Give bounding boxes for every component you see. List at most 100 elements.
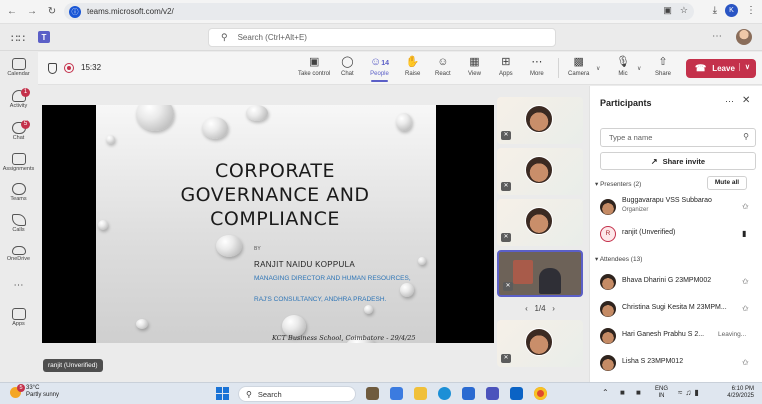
site-info-icon[interactable]: ⓘ xyxy=(69,5,81,18)
copilot-icon[interactable] xyxy=(390,387,403,400)
todo-icon[interactable] xyxy=(510,387,523,400)
participants-panel: Participants ⋯ ✕ Type a name ⚲ ↗ Share i… xyxy=(589,86,762,382)
rail-item-chat[interactable]: 5 Chat xyxy=(0,120,37,141)
raise-hand-button[interactable]: ✋ Raise xyxy=(405,56,420,77)
react-button[interactable]: ☺ React xyxy=(435,56,451,77)
panel-more-icon[interactable]: ⋯ xyxy=(725,96,734,107)
apps-button[interactable]: ⊞ Apps xyxy=(499,56,513,77)
rail-item-calendar[interactable]: Calendar xyxy=(0,58,37,77)
camera-button[interactable]: ▩ Camera xyxy=(568,56,589,77)
system-clock[interactable]: 6:10 PM 4/29/2025 xyxy=(722,386,754,400)
leave-options-chevron-icon[interactable]: ∨ xyxy=(738,63,750,71)
more-button[interactable]: ⋯ More xyxy=(530,56,544,77)
search-input[interactable]: ⚲ Search (Ctrl+Alt+E) xyxy=(208,28,556,47)
water-drop-decoration xyxy=(202,117,228,139)
tray-app-icon[interactable]: ■ xyxy=(620,388,625,397)
participant-name: Lisha S 23MPM012 xyxy=(622,358,684,365)
share-invite-button[interactable]: ↗ Share invite xyxy=(600,152,756,170)
participant-avatar xyxy=(525,105,553,133)
participant-row[interactable]: R ranjit (Unverified) ▮ xyxy=(600,224,756,246)
user-avatar[interactable] xyxy=(736,29,752,45)
participant-row[interactable]: Bhava Dharini G 23MPM002 ✩ xyxy=(600,272,756,294)
mic-muted-icon: ✕ xyxy=(501,131,511,140)
mute-all-button[interactable]: Mute all xyxy=(707,176,747,190)
address-bar[interactable]: ⓘ teams.microsoft.com/v2/ ▣ ☆ xyxy=(64,3,694,20)
store-icon[interactable] xyxy=(462,387,475,400)
taskbar-search[interactable]: ⚲ Search xyxy=(238,386,356,402)
weather-widget[interactable]: 5 33°C Partly sunny xyxy=(10,383,60,399)
rail-label: OneDrive xyxy=(6,256,31,262)
more-options-icon[interactable]: ⋯ xyxy=(712,31,722,42)
teams-taskbar-icon[interactable] xyxy=(486,387,499,400)
attendees-section-header[interactable]: ▾ Attendees (13) xyxy=(595,255,642,263)
water-drop-decoration xyxy=(136,105,174,131)
app-launcher-icon[interactable]: ∷∷ xyxy=(11,32,25,45)
pager-next-icon[interactable]: › xyxy=(552,304,555,313)
close-icon[interactable]: ✕ xyxy=(742,95,750,106)
chat-button[interactable]: ◯ Chat xyxy=(341,56,354,77)
active-speaker-video-tile[interactable]: ✕ xyxy=(497,250,583,297)
share-button[interactable]: ⇧ Share xyxy=(655,56,671,77)
view-button[interactable]: ▦ View xyxy=(468,56,481,77)
tray-icons[interactable]: ≈♫▮ xyxy=(678,388,702,397)
rail-label: Calendar xyxy=(7,71,30,77)
rail-item-activity[interactable]: 1 Activity xyxy=(0,88,37,109)
meeting-stage: CORPORATE GOVERNANCE AND COMPLIANCE BY R… xyxy=(38,85,587,382)
mic-options-chevron-icon[interactable]: ∨ xyxy=(637,65,641,72)
rail-item-onedrive[interactable]: OneDrive xyxy=(0,246,37,262)
participant-video-tile[interactable]: ✕ xyxy=(497,199,583,246)
rail-item-calls[interactable]: Calls xyxy=(0,214,37,233)
cast-icon[interactable]: ▣ xyxy=(663,5,672,16)
profile-avatar[interactable]: K xyxy=(725,4,738,17)
camera-options-chevron-icon[interactable]: ∨ xyxy=(596,65,600,72)
participant-video-tile[interactable]: ✕ xyxy=(497,148,583,195)
raise-label: Raise xyxy=(405,71,421,77)
water-drop-decoration xyxy=(136,319,148,329)
participant-avatar: R xyxy=(600,226,616,242)
reload-icon[interactable]: ↻ xyxy=(44,4,60,20)
meeting-info-shield-icon[interactable] xyxy=(48,63,57,74)
mic-off-icon: 🎙︎ xyxy=(616,56,630,68)
taskbar-app-icon[interactable] xyxy=(366,387,379,400)
file-explorer-icon[interactable] xyxy=(414,387,427,400)
participant-row[interactable]: Lisha S 23MPM012 ✩ xyxy=(600,353,756,375)
start-windows-icon[interactable] xyxy=(216,387,229,400)
url-text: teams.microsoft.com/v2/ xyxy=(87,7,174,16)
slide-presenter-role: MANAGING DIRECTOR AND HUMAN RESOURCES, xyxy=(254,275,411,282)
take-control-button[interactable]: ▣ Take control xyxy=(298,56,330,77)
tray-app-icon[interactable]: ■ xyxy=(636,388,641,397)
people-button[interactable]: ☺14 People xyxy=(370,56,389,82)
panel-title: Participants xyxy=(600,98,652,108)
pager-prev-icon[interactable]: ‹ xyxy=(525,304,528,313)
chrome-icon[interactable] xyxy=(534,387,547,400)
participant-row[interactable]: Buggavarapu VSS Subbarao Organizer ✩ xyxy=(600,197,756,219)
weather-condition: Partly sunny xyxy=(26,392,60,398)
chat-bubble-icon: ◯ xyxy=(341,56,354,68)
participant-row[interactable]: Hari Ganesh Prabhu S 2... Leaving... xyxy=(600,326,756,348)
leave-button[interactable]: ☎ Leave ∨ xyxy=(686,59,756,78)
mic-button[interactable]: 🎙︎ Mic xyxy=(616,56,630,77)
browser-menu-icon[interactable]: ⋮ xyxy=(746,5,756,16)
participant-video-tile[interactable]: ✕ xyxy=(497,320,583,367)
download-icon[interactable]: ⤓ xyxy=(713,5,717,16)
forward-icon[interactable]: → xyxy=(24,4,40,20)
rail-more-icon[interactable]: ⋯ xyxy=(0,280,37,291)
tray-chevron-icon[interactable]: ⌃ xyxy=(602,388,609,397)
share-invite-icon: ↗ xyxy=(650,156,658,166)
rail-item-assignments[interactable]: Assignments xyxy=(0,153,37,172)
rail-item-apps[interactable]: Apps xyxy=(0,308,37,327)
language-indicator[interactable]: ENG IN xyxy=(655,386,668,400)
participant-video-tile[interactable]: ✕ xyxy=(497,97,583,144)
bookmark-star-icon[interactable]: ☆ xyxy=(680,5,688,16)
water-drop-decoration xyxy=(396,113,412,131)
participant-search-input[interactable]: Type a name ⚲ xyxy=(600,128,756,147)
edge-icon[interactable] xyxy=(438,387,451,400)
language-code: ENG xyxy=(655,386,669,392)
presenters-section-header[interactable]: ▾ Presenters (2) xyxy=(595,180,641,188)
back-icon[interactable]: ← xyxy=(4,4,20,20)
slide-by: BY xyxy=(254,246,261,252)
hang-up-icon: ☎ xyxy=(695,63,707,73)
rail-item-teams[interactable]: Teams xyxy=(0,183,37,202)
clock-time: 6:10 PM xyxy=(731,386,754,392)
participant-row[interactable]: Christina Sugi Kesita M 23MPM... ✩ xyxy=(600,299,756,321)
